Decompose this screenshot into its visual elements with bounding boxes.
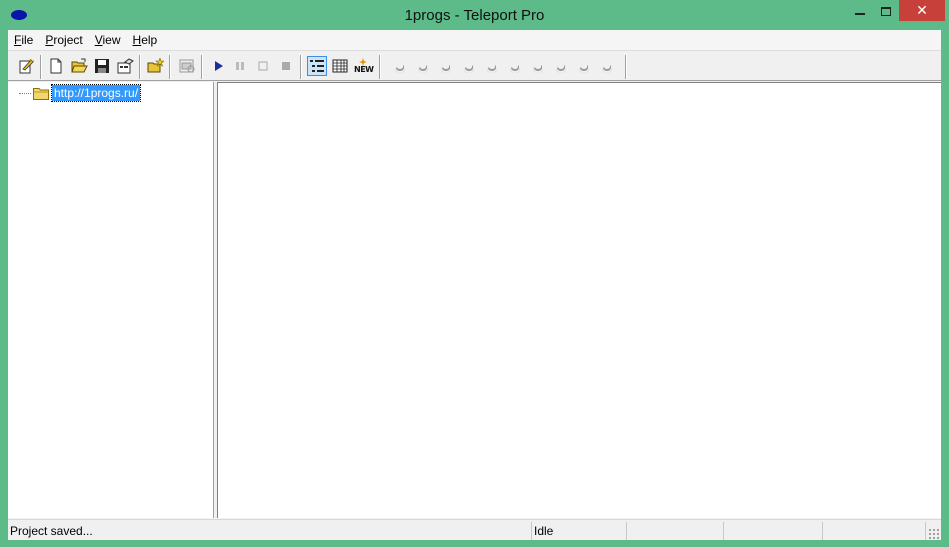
new-files-button[interactable]: NEW	[353, 56, 374, 76]
new-project-wizard-icon	[19, 58, 34, 74]
menu-help-rest: elp	[141, 32, 158, 47]
close-icon: ✕	[916, 2, 928, 19]
menu-project[interactable]: Project	[39, 31, 88, 50]
browse-offline-icon	[179, 59, 194, 73]
menu-help[interactable]: Help	[127, 31, 164, 50]
toolbar-separator	[40, 55, 42, 79]
start-icon	[215, 61, 223, 71]
toolbar-separator	[625, 55, 627, 79]
resize-grip-icon[interactable]	[928, 528, 939, 539]
maximize-button[interactable]	[873, 0, 899, 22]
folder-star-icon	[147, 58, 164, 73]
thread-idle-icon	[533, 65, 543, 73]
thread-indicator[interactable]	[390, 56, 410, 76]
thread-indicator[interactable]	[436, 56, 456, 76]
toolbar-separator	[139, 55, 141, 79]
thread-idle-icon	[464, 65, 474, 73]
open-folder-icon	[70, 58, 88, 73]
site-tree-pane[interactable]: http://1progs.ru/	[8, 82, 214, 518]
save-button[interactable]	[92, 56, 112, 76]
tree-connector	[19, 92, 31, 94]
list-view-icon	[332, 59, 348, 73]
toolbar-separator	[201, 55, 203, 79]
new-document-icon	[50, 58, 62, 74]
thread-indicator[interactable]	[597, 56, 617, 76]
file-list-pane[interactable]	[217, 82, 941, 518]
properties-button[interactable]	[115, 56, 135, 76]
maximize-icon	[881, 6, 891, 16]
main-window: 1progs - Teleport Pro ✕ File Project Vie…	[0, 0, 949, 547]
list-view-button[interactable]	[330, 56, 350, 76]
menu-view[interactable]: View	[89, 31, 127, 50]
window-title: 1progs - Teleport Pro	[404, 7, 545, 24]
close-button[interactable]: ✕	[899, 0, 945, 21]
toolbar-separator	[379, 55, 381, 79]
tree-view-icon	[310, 60, 324, 72]
project-properties-icon	[117, 58, 134, 74]
thread-indicator[interactable]	[459, 56, 479, 76]
thread-indicator[interactable]	[413, 56, 433, 76]
new-folder-button[interactable]	[145, 56, 165, 76]
minimize-icon	[855, 13, 865, 15]
thread-idle-icon	[556, 65, 566, 73]
pause-icon	[236, 62, 244, 70]
new-project-wizard-button[interactable]	[16, 56, 36, 76]
thread-indicator[interactable]	[482, 56, 502, 76]
browse-offline-button[interactable]	[177, 56, 197, 76]
start-button[interactable]	[208, 56, 228, 76]
menu-view-accel: V	[94, 32, 103, 47]
client-area: File Project View Help NEW http://1progs…	[8, 30, 941, 540]
toolbar-separator	[169, 55, 171, 79]
thread-idle-icon	[579, 65, 589, 73]
thread-idle-icon	[487, 65, 497, 73]
toolbar-separator	[300, 55, 302, 79]
status-pane-3	[627, 522, 724, 540]
status-message: Project saved...	[8, 522, 532, 540]
open-button[interactable]	[69, 56, 89, 76]
thread-idle-icon	[441, 65, 451, 73]
stop-all-icon	[282, 62, 290, 70]
tree-item-root[interactable]: http://1progs.ru/	[19, 84, 142, 102]
folder-icon	[33, 87, 49, 100]
thread-indicator[interactable]	[551, 56, 571, 76]
stop-all-button[interactable]	[276, 56, 296, 76]
thread-idle-icon	[395, 65, 405, 73]
thread-indicator[interactable]	[574, 56, 594, 76]
pause-button[interactable]	[230, 56, 250, 76]
thread-indicator[interactable]	[528, 56, 548, 76]
status-pane-5	[823, 522, 926, 540]
status-bar: Project saved... Idle	[8, 519, 941, 540]
thread-idle-icon	[418, 65, 428, 73]
minimize-button[interactable]	[847, 0, 873, 22]
status-state: Idle	[532, 522, 627, 540]
menu-project-rest: roject	[53, 32, 83, 47]
status-state-text: Idle	[534, 524, 554, 538]
new-files-icon: NEW	[354, 58, 374, 74]
menu-help-accel: H	[132, 32, 142, 47]
save-disk-icon	[95, 59, 109, 73]
stop-button[interactable]	[253, 56, 273, 76]
status-pane-4	[724, 522, 823, 540]
menu-file-rest: ile	[21, 32, 34, 47]
menu-file[interactable]: File	[8, 31, 39, 50]
menu-view-rest: iew	[102, 32, 121, 47]
tree-view-button[interactable]	[307, 56, 327, 76]
toolbar: NEW	[8, 52, 941, 81]
tree-item-label[interactable]: http://1progs.ru/	[50, 84, 142, 102]
thread-idle-icon	[602, 65, 612, 73]
title-bar[interactable]: 1progs - Teleport Pro ✕	[0, 0, 949, 30]
thread-indicator[interactable]	[505, 56, 525, 76]
new-button[interactable]	[46, 56, 66, 76]
new-files-label: NEW	[354, 65, 374, 74]
stop-icon	[258, 61, 268, 71]
thread-idle-icon	[510, 65, 520, 73]
menu-bar: File Project View Help	[8, 30, 941, 51]
